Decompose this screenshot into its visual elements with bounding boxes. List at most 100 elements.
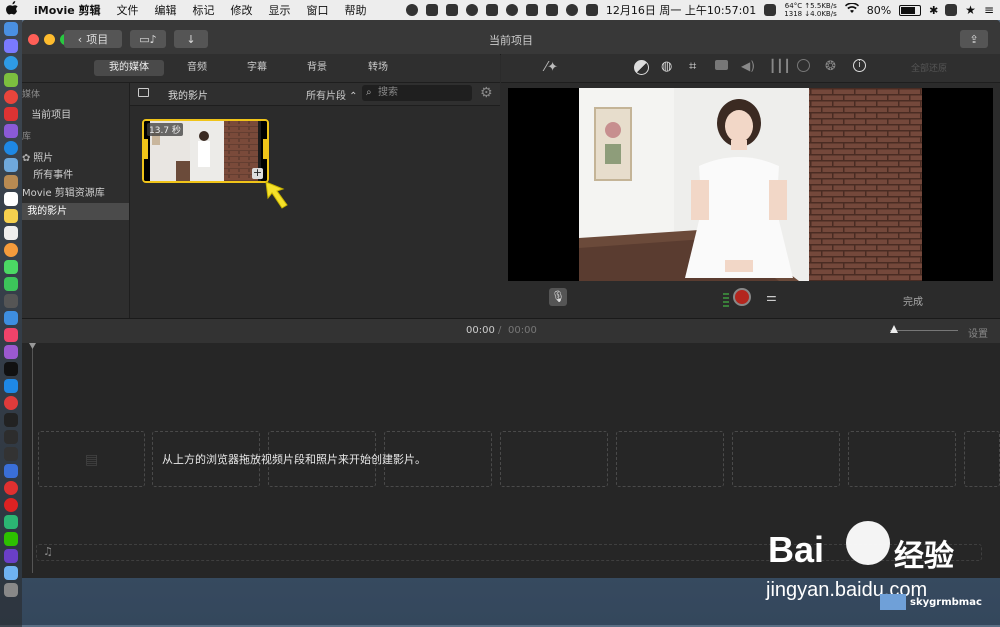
tab-backgrounds[interactable]: 背景 (297, 60, 337, 76)
dock-vivaldi-icon[interactable] (4, 396, 18, 410)
dock-yandex-icon[interactable] (4, 481, 18, 495)
stabilization-icon[interactable] (715, 60, 728, 70)
dock-app-red-icon[interactable] (4, 107, 18, 121)
wifi-icon[interactable] (844, 2, 859, 17)
noise-reduction-icon[interactable]: ┃┃┃ (769, 59, 791, 73)
playhead[interactable] (32, 343, 33, 573)
menubar-clock[interactable]: 12月16日 周一 上午10:57:01 (606, 2, 756, 18)
dock-folder-icon[interactable] (4, 566, 18, 580)
menu-mark[interactable]: 标记 (193, 2, 215, 18)
sidebar-item-current-project[interactable]: 当前项目 (22, 107, 129, 124)
tray-qq-icon[interactable] (465, 4, 478, 16)
menu-view[interactable]: 显示 (269, 2, 291, 18)
sidebar-item-my-movies[interactable]: 我的影片 (22, 203, 129, 220)
app-name-menu[interactable]: iMovie 剪辑 (34, 2, 101, 18)
tray-app-icon-1[interactable] (405, 4, 418, 16)
tray-speed-icon[interactable] (565, 4, 578, 16)
menu-help[interactable]: 帮助 (345, 2, 367, 18)
dock-terminal-icon[interactable] (4, 413, 18, 427)
network-speed[interactable]: 64°C ↑5.5KB/s 1318 ↓4.0KB/s (784, 2, 836, 18)
tray-s-icon[interactable] (445, 4, 458, 16)
tray-grid-icon[interactable] (764, 4, 777, 16)
battery-icon[interactable] (899, 4, 922, 16)
sidebar-toggle-icon[interactable] (138, 88, 149, 97)
dock-contacts-icon[interactable] (4, 175, 18, 189)
favorites-star-icon[interactable]: ★ (965, 3, 976, 17)
tab-my-media[interactable]: 我的媒体 (94, 60, 164, 76)
tray-music-icon[interactable] (525, 4, 538, 16)
sidebar-item-all-events[interactable]: 所有事件 (22, 167, 129, 184)
share-button[interactable]: ⇪ (960, 30, 988, 48)
reset-all-button[interactable]: 全部还原 (911, 61, 947, 74)
dock-finder-icon[interactable] (4, 22, 18, 36)
dock-photos-icon[interactable] (4, 243, 18, 257)
dock-activity-icon[interactable] (4, 430, 18, 444)
dock-trash-icon[interactable] (4, 583, 18, 597)
dock-safari-icon[interactable] (4, 56, 18, 70)
video-clip-thumbnail[interactable]: 13.7 秒 + (142, 119, 269, 183)
clip-filter-icon[interactable]: ❂ (825, 59, 836, 74)
search-input[interactable]: ⌕ 搜索 (362, 85, 472, 101)
sidebar-item-library[interactable]: Movie 剪辑资源库 (22, 185, 129, 202)
voiceover-options-icon[interactable]: ⚌ (766, 290, 777, 304)
magic-wand-icon[interactable]: ⁄✦ (545, 60, 558, 75)
clip-filter-dropdown[interactable]: 所有片段 ⌃ (306, 87, 358, 102)
tab-transitions[interactable]: 转场 (358, 60, 398, 76)
dock-appstore-icon[interactable] (4, 141, 18, 155)
dock-app-green-icon[interactable] (4, 515, 18, 529)
apple-icon[interactable] (6, 1, 20, 19)
browser-settings-gear-icon[interactable]: ⚙ (480, 85, 493, 101)
dock-podcasts-icon[interactable] (4, 345, 18, 359)
dock-camera-icon[interactable] (4, 294, 18, 308)
dock-tv-icon[interactable] (4, 362, 18, 376)
zoom-slider[interactable] (890, 330, 958, 331)
dock-preview-icon[interactable] (4, 158, 18, 172)
record-button[interactable] (733, 288, 751, 306)
menu-modify[interactable]: 修改 (231, 2, 253, 18)
clip-info-icon[interactable]: i (853, 59, 866, 72)
playhead-marker[interactable] (29, 343, 36, 349)
speed-icon[interactable] (797, 59, 810, 72)
dock-wechat-icon[interactable] (4, 532, 18, 546)
bluetooth-icon[interactable]: ✱ (929, 4, 938, 17)
dock-chrome-icon[interactable] (4, 90, 18, 104)
tray-globe-icon[interactable] (505, 4, 518, 16)
dock-calendar-icon[interactable] (4, 192, 18, 206)
volume-icon[interactable] (945, 4, 958, 16)
dock-notes-icon[interactable] (4, 209, 18, 223)
zoom-slider-knob[interactable] (890, 325, 898, 333)
dock-imovie-icon[interactable] (4, 549, 18, 563)
menu-window[interactable]: 窗口 (307, 2, 329, 18)
clip-left-handle[interactable] (144, 139, 148, 159)
dock-messages-icon[interactable] (4, 260, 18, 274)
done-button[interactable]: 完成 (903, 293, 923, 308)
tray-calendar-icon[interactable] (585, 4, 598, 16)
color-balance-icon[interactable] (634, 60, 649, 75)
timeline-settings-button[interactable]: 设置 (968, 325, 988, 340)
dock-appstore2-icon[interactable] (4, 379, 18, 393)
clip-right-handle[interactable] (263, 139, 267, 159)
dock-monitor-icon[interactable] (4, 447, 18, 461)
dock-facetime-icon[interactable] (4, 277, 18, 291)
video-preview[interactable] (579, 88, 922, 281)
dock-app-purple-icon[interactable] (4, 124, 18, 138)
tab-titles[interactable]: 字幕 (237, 60, 277, 76)
dock-keynote-icon[interactable] (4, 311, 18, 325)
tray-message-icon[interactable] (545, 4, 558, 16)
dock-music-icon[interactable] (4, 328, 18, 342)
dock-vpn-icon[interactable] (4, 464, 18, 478)
menu-file[interactable]: 文件 (117, 2, 139, 18)
battery-percent[interactable]: 80% (867, 4, 891, 17)
sidebar-item-photos[interactable]: ✿ 照片 (22, 150, 129, 167)
volume-icon[interactable]: ◀) (741, 59, 755, 73)
menu-edit[interactable]: 编辑 (155, 2, 177, 18)
tray-sync-icon[interactable] (485, 4, 498, 16)
dock-reminders-icon[interactable] (4, 226, 18, 240)
tray-download-icon[interactable] (425, 4, 438, 16)
dock-android-icon[interactable] (4, 73, 18, 87)
dock-netease-icon[interactable] (4, 498, 18, 512)
color-palette-icon[interactable]: ◍ (661, 59, 672, 74)
dock-launchpad-icon[interactable] (4, 39, 18, 53)
tab-audio[interactable]: 音频 (177, 60, 217, 76)
crop-icon[interactable]: ⌗ (689, 59, 696, 74)
